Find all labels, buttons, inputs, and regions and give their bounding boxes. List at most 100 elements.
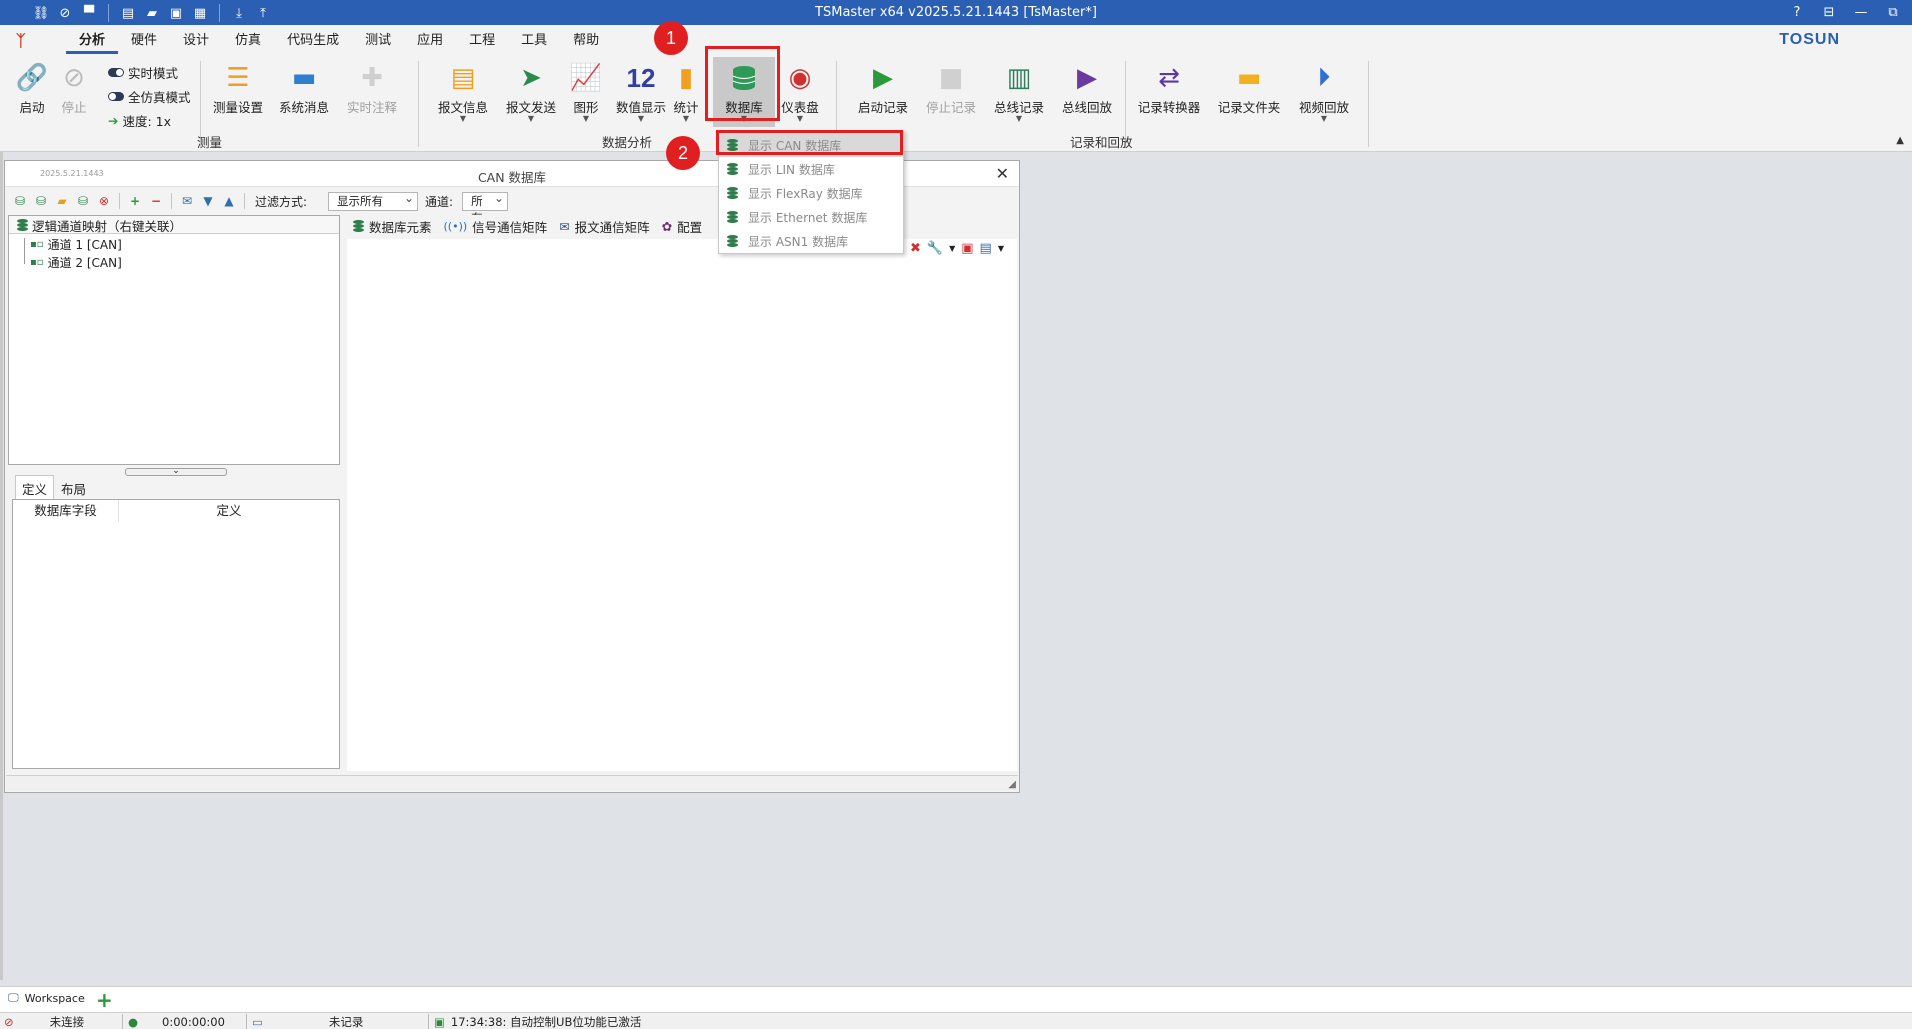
chevron-down-icon[interactable]: ▼ bbox=[949, 244, 955, 253]
column-db-field[interactable]: 数据库字段 bbox=[13, 500, 119, 522]
realtime-mode-label: 实时模式 bbox=[128, 66, 179, 81]
arrow-down-icon[interactable]: ▼ bbox=[199, 192, 217, 210]
content-tabs: 数据库元素 ((•)) 信号通信矩阵 ✉ 报文通信矩阵 ✿ 配置 bbox=[353, 217, 702, 235]
remove-database-icon[interactable]: ⛁ bbox=[74, 192, 92, 210]
remove-icon[interactable]: − bbox=[147, 192, 165, 210]
tree-item-channel-1[interactable]: ▪▫ 通道 1 [CAN] bbox=[24, 236, 122, 253]
tab-hardware[interactable]: 硬件 bbox=[118, 32, 170, 54]
menu-item-show-asn1-db[interactable]: 显示 ASN1 数据库 bbox=[719, 229, 903, 253]
realtime-mode-toggle[interactable]: 实时模式 bbox=[108, 63, 178, 82]
mail-icon[interactable]: ✉ bbox=[178, 192, 196, 210]
collapse-ribbon-icon[interactable]: ▲ bbox=[1896, 135, 1904, 146]
tab-codegen[interactable]: 代码生成 bbox=[274, 32, 352, 54]
tab-layout[interactable]: 布局 bbox=[54, 475, 93, 502]
measure-settings-button[interactable]: ☰ 测量设置 bbox=[208, 63, 268, 125]
add-workspace-button[interactable]: + bbox=[96, 988, 113, 1012]
start-record-button[interactable]: ▶ 启动记录 bbox=[853, 63, 913, 125]
database-icon[interactable]: ⛁ bbox=[32, 192, 50, 210]
window-bottom-bar: ◢ bbox=[6, 775, 1018, 791]
column-definition[interactable]: 定义 bbox=[119, 500, 339, 522]
add-icon[interactable]: + bbox=[126, 192, 144, 210]
tab-analysis[interactable]: 分析 bbox=[66, 32, 119, 54]
paper-plane-icon: ➤ bbox=[520, 63, 542, 93]
restore-button[interactable]: ⧉ bbox=[1880, 2, 1906, 22]
tab-config[interactable]: ✿ 配置 bbox=[662, 217, 703, 235]
converter-icon: ⇄ bbox=[1158, 63, 1180, 93]
database-content-panel: 数据库元素 ((•)) 信号通信矩阵 ✉ 报文通信矩阵 ✿ 配置 bbox=[345, 215, 1019, 771]
record-converter-button[interactable]: ⇄ 记录转换器 bbox=[1136, 63, 1202, 125]
time-label: 0:00:00:00 bbox=[162, 1014, 225, 1029]
stop-record-label: 停止记录 bbox=[925, 100, 976, 115]
separator bbox=[428, 1014, 429, 1029]
speed-control[interactable]: ➔ 速度: 1x bbox=[108, 111, 171, 130]
export-document-icon[interactable]: ▤ bbox=[980, 241, 992, 256]
tab-tools[interactable]: 工具 bbox=[508, 32, 560, 54]
database-icon bbox=[727, 162, 738, 176]
system-messages-button[interactable]: ▬ 系统消息 bbox=[274, 63, 334, 125]
tab-label: 信号通信矩阵 bbox=[472, 219, 548, 235]
bar-chart-icon: ▮ bbox=[678, 63, 694, 93]
message-send-button[interactable]: ➤ 报文发送 ▼ bbox=[501, 63, 561, 125]
database-content-area bbox=[347, 239, 1017, 771]
channel-select[interactable]: 所有 bbox=[462, 190, 509, 225]
arrow-up-icon[interactable]: ▲ bbox=[220, 192, 238, 210]
tab-db-elements[interactable]: 数据库元素 bbox=[353, 217, 432, 235]
tab-application[interactable]: 应用 bbox=[404, 32, 456, 54]
statistics-button[interactable]: ▮ 统计 ▼ bbox=[666, 63, 706, 125]
menu-item-show-ethernet-db[interactable]: 显示 Ethernet 数据库 bbox=[719, 205, 903, 229]
video-play-icon: ⏵ bbox=[1317, 62, 1331, 93]
delete-circle-icon[interactable]: ⊗ bbox=[95, 192, 113, 210]
tab-definition[interactable]: 定义 bbox=[15, 475, 55, 502]
bus-replay-button[interactable]: ▶ 总线回放 bbox=[1057, 63, 1117, 125]
bus-record-button[interactable]: ▥ 总线记录 ▼ bbox=[989, 63, 1049, 125]
record-folder-label: 记录文件夹 bbox=[1217, 100, 1281, 115]
panel-splitter[interactable]: ⌄ bbox=[125, 467, 227, 476]
value-display-button[interactable]: 12 数值显示 ▼ bbox=[611, 63, 671, 125]
app-logo-icon[interactable]: ᛉ bbox=[16, 31, 38, 50]
tab-help[interactable]: 帮助 bbox=[560, 32, 612, 54]
record-folder-button[interactable]: ▬ 记录文件夹 bbox=[1216, 63, 1282, 125]
workspace-tab[interactable]: 🖵 Workspace bbox=[8, 991, 85, 1005]
tab-simulation[interactable]: 仿真 bbox=[222, 32, 274, 54]
line-chart-icon: 📈 bbox=[569, 63, 603, 93]
tab-design[interactable]: 设计 bbox=[170, 32, 222, 54]
definition-panel: 数据库字段 定义 bbox=[12, 499, 340, 769]
close-icon[interactable]: ✕ bbox=[996, 164, 1009, 183]
tab-project[interactable]: 工程 bbox=[456, 32, 508, 54]
gauge-icon: ◉ bbox=[788, 63, 812, 93]
stop-record-button[interactable]: ■ 停止记录 bbox=[921, 63, 981, 125]
note-add-icon: ✚ bbox=[361, 63, 383, 93]
group-label-analysis: 数据分析 bbox=[602, 135, 653, 150]
channel-node-icon: ▪▫ bbox=[30, 239, 44, 250]
tab-signal-matrix[interactable]: ((•)) 信号通信矩阵 bbox=[444, 217, 548, 235]
graph-button[interactable]: 📈 图形 ▼ bbox=[556, 63, 616, 125]
close-document-icon[interactable]: ▣ bbox=[961, 241, 973, 256]
tree-item-channel-2[interactable]: ▪▫ 通道 2 [CAN] bbox=[24, 254, 122, 271]
add-database-icon[interactable]: ⛁ bbox=[11, 192, 29, 210]
tab-message-matrix[interactable]: ✉ 报文通信矩阵 bbox=[559, 217, 650, 235]
chevron-down-icon[interactable]: ▼ bbox=[998, 244, 1004, 253]
menu-item-show-lin-db[interactable]: 显示 LIN 数据库 bbox=[719, 157, 903, 181]
chevron-down-icon: ▼ bbox=[527, 114, 535, 123]
video-replay-button[interactable]: ⏵ 视频回放 ▼ bbox=[1294, 63, 1354, 125]
filter-select[interactable]: 显示所有 bbox=[328, 190, 419, 211]
resize-grip-icon[interactable]: ◢ bbox=[1008, 779, 1016, 790]
layout-button[interactable]: ⊟ bbox=[1816, 2, 1842, 22]
menu-item-label: 显示 ASN1 数据库 bbox=[748, 234, 849, 249]
minimize-button[interactable]: — bbox=[1848, 2, 1874, 22]
open-folder-icon[interactable]: ▰ bbox=[53, 192, 71, 210]
full-sim-mode-toggle[interactable]: 全仿真模式 bbox=[108, 87, 191, 106]
message-info-button[interactable]: ▤ 报文信息 ▼ bbox=[433, 63, 493, 125]
time-status: ● 0:00:00:00 bbox=[128, 1014, 225, 1029]
wrench-icon[interactable]: 🔧 bbox=[927, 241, 943, 256]
tab-test[interactable]: 测试 bbox=[352, 32, 404, 54]
stop-button[interactable]: ⊘ 停止 bbox=[44, 63, 104, 125]
brand-logo: TOSUN bbox=[1779, 31, 1840, 48]
measure-settings-label: 测量设置 bbox=[212, 100, 263, 115]
clear-x-icon[interactable]: ✖ bbox=[910, 241, 921, 256]
workspace-tab-label: Workspace bbox=[24, 991, 85, 1005]
realtime-note-button[interactable]: ✚ 实时注释 bbox=[342, 63, 402, 125]
help-button[interactable]: ? bbox=[1784, 2, 1810, 22]
filter-label: 过滤方式: bbox=[255, 194, 308, 209]
menu-item-show-flexray-db[interactable]: 显示 FlexRay 数据库 bbox=[719, 181, 903, 205]
